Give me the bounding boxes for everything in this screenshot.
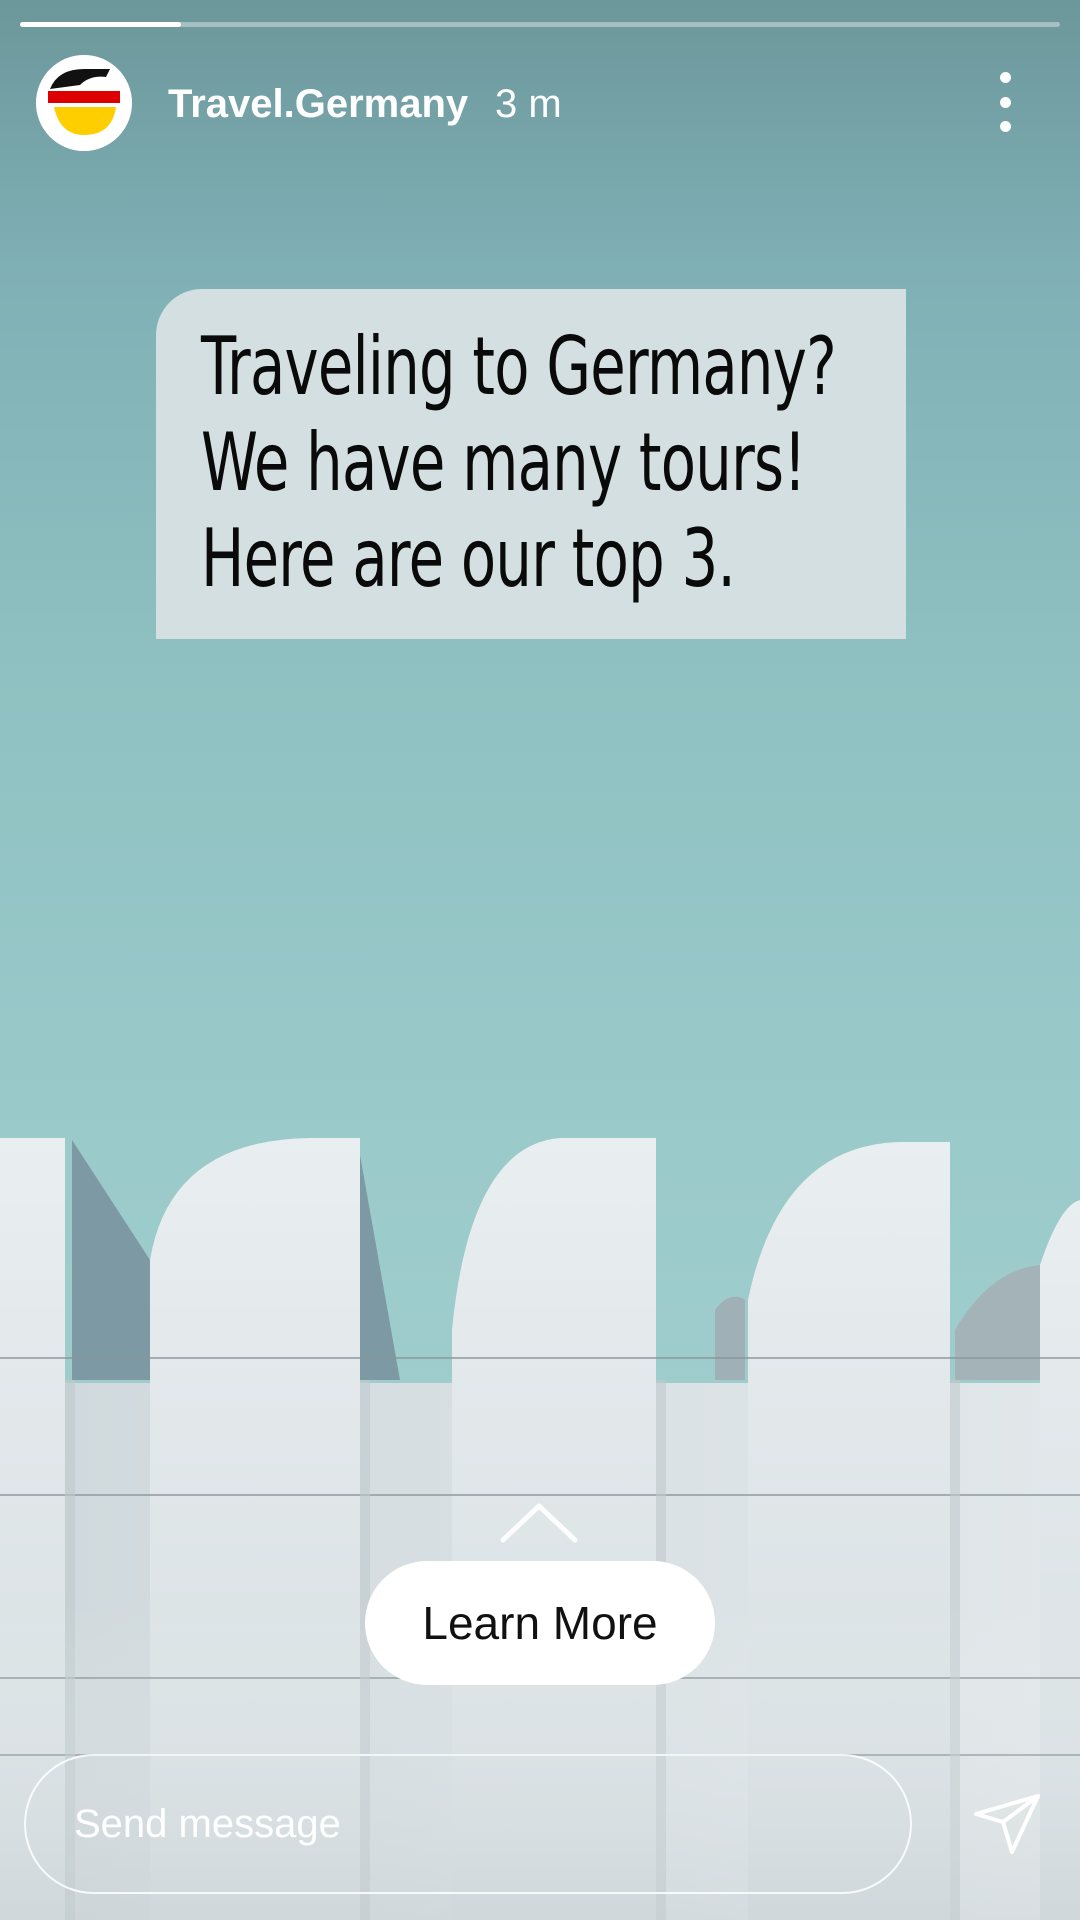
story-progress-fill	[20, 22, 182, 27]
card-line-1: Traveling to Germany?	[201, 320, 837, 413]
story-text-card: Traveling to Germany? We have many tours…	[156, 289, 906, 639]
learn-more-button[interactable]: Learn More	[365, 1561, 715, 1685]
card-line-2: We have many tours!	[201, 416, 806, 509]
more-vertical-icon[interactable]	[990, 72, 1020, 132]
dot	[999, 96, 1011, 108]
dot	[999, 72, 1011, 83]
chevron-up-icon[interactable]	[499, 1500, 579, 1544]
dot	[999, 121, 1011, 132]
send-icon[interactable]	[972, 1792, 1042, 1856]
germany-flag-logo[interactable]	[36, 55, 132, 151]
story-progress-bar	[20, 22, 1060, 27]
send-message-input[interactable]	[24, 1754, 912, 1894]
avatar-logo-graphic	[36, 55, 132, 151]
card-line-3: Here are our top 3.	[201, 512, 736, 605]
post-time: 3 m	[495, 82, 562, 126]
story-view[interactable]: Travel.Germany 3 m Traveling to Germany?…	[0, 0, 1080, 1920]
account-username[interactable]: Travel.Germany	[168, 80, 468, 128]
